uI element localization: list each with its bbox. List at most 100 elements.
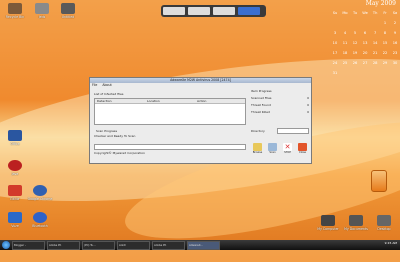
browse-button[interactable]: Browse bbox=[251, 142, 264, 155]
gadget-slot[interactable] bbox=[213, 7, 235, 15]
calendar-day[interactable]: 31 bbox=[330, 68, 340, 78]
directory-input[interactable] bbox=[277, 128, 309, 134]
calendar-grid: Su Mo Tu We Th Fr Sa 1 2 3 4 5 6 7 8 9 1… bbox=[330, 8, 400, 78]
calendar-day[interactable]: 11 bbox=[340, 38, 350, 48]
calendar-day[interactable]: 15 bbox=[380, 38, 390, 48]
weekday-header: Sa bbox=[392, 11, 398, 15]
taskbar-item[interactable]: (PC) Tu... bbox=[82, 240, 115, 250]
calendar-day[interactable]: 3 bbox=[330, 28, 340, 38]
weekday-header: We bbox=[362, 11, 368, 15]
weekday-header: Su bbox=[332, 11, 338, 15]
calendar-day[interactable]: 18 bbox=[340, 48, 350, 58]
calendar-day[interactable]: 14 bbox=[370, 38, 380, 48]
calendar-day[interactable]: 1 bbox=[380, 18, 390, 28]
calendar-day[interactable]: 20 bbox=[360, 48, 370, 58]
calendar-month: May 2009 bbox=[365, 0, 396, 7]
desktop-icon-recycle-bin[interactable]: Recycle Bin bbox=[2, 3, 28, 19]
office-icon bbox=[8, 130, 22, 141]
calendar-day[interactable]: 8 bbox=[380, 28, 390, 38]
antivirus-window[interactable]: AdwareXe M2W Antivirus 2008 [2474] File … bbox=[89, 77, 312, 164]
desktop-icon-vuze[interactable]: Vuze bbox=[2, 212, 28, 228]
editor-icon bbox=[8, 185, 22, 196]
desktop-icon-chrome[interactable]: Google Chrome bbox=[27, 185, 53, 201]
calendar-day[interactable]: 25 bbox=[340, 58, 350, 68]
calendar-day[interactable]: 28 bbox=[370, 58, 380, 68]
gadget-slot-active[interactable] bbox=[238, 7, 260, 15]
calendar-day[interactable]: 26 bbox=[350, 58, 360, 68]
taskbar-item[interactable]: Ankit bbox=[117, 240, 150, 250]
calendar-day[interactable]: 23 bbox=[390, 48, 400, 58]
desktop-icon-desktop[interactable]: Desktop bbox=[371, 215, 397, 231]
calendar-day[interactable]: 9 bbox=[390, 28, 400, 38]
power-icon bbox=[298, 143, 307, 151]
calendar-day[interactable]: 27 bbox=[360, 58, 370, 68]
calendar-day[interactable]: 7 bbox=[370, 28, 380, 38]
calendar-day[interactable]: 22 bbox=[380, 48, 390, 58]
calendar-day[interactable]: 2 bbox=[390, 18, 400, 28]
calendar-day[interactable]: 30 bbox=[390, 58, 400, 68]
calendar-day[interactable] bbox=[370, 18, 380, 28]
copyright-text: Copyright© MywareX Corporation bbox=[94, 151, 146, 155]
calendar-gadget: May 2009 Su Mo Tu We Th Fr Sa 1 2 3 4 5 … bbox=[330, 0, 400, 78]
start-button[interactable] bbox=[2, 241, 10, 249]
sidebar-gadget[interactable] bbox=[161, 5, 266, 17]
close-button[interactable]: Close bbox=[296, 142, 309, 155]
desktop-icon-label: Java bbox=[11, 172, 19, 176]
stat-row: Scanned Files 0 bbox=[251, 96, 309, 100]
desktop-icon-label: My Documents bbox=[344, 227, 368, 231]
desktop-icon-untitled[interactable]: Untitled bbox=[55, 3, 81, 19]
stat-value: 0 bbox=[307, 110, 309, 114]
vuze-icon bbox=[8, 212, 22, 223]
desktop-icon-office[interactable]: Office bbox=[2, 130, 28, 146]
desktop-icon-jeds[interactable]: Jeds bbox=[29, 3, 55, 19]
list-header: Detection Location Action bbox=[95, 99, 245, 104]
menu-file[interactable]: File bbox=[92, 83, 97, 88]
stop-button[interactable]: ✕ STOP bbox=[281, 142, 294, 155]
taskbar-item[interactable]: Adobe Ph bbox=[47, 240, 80, 250]
calendar-day[interactable]: 24 bbox=[330, 58, 340, 68]
calendar-day[interactable]: 13 bbox=[360, 38, 370, 48]
gadget-slot[interactable] bbox=[163, 7, 185, 15]
infected-files-list[interactable]: Detection Location Action bbox=[94, 98, 246, 125]
calendar-day[interactable]: 4 bbox=[340, 28, 350, 38]
taskbar-item[interactable]: Adobe Ph bbox=[152, 240, 185, 250]
system-clock[interactable]: 9:15 AM bbox=[385, 241, 397, 245]
folder-open-icon bbox=[253, 143, 262, 151]
calendar-day[interactable]: 5 bbox=[350, 28, 360, 38]
desktop-icon-label: Jeds bbox=[38, 15, 46, 19]
calendar-day[interactable]: 21 bbox=[370, 48, 380, 58]
calendar-day[interactable]: 17 bbox=[330, 48, 340, 58]
desktop-icon-editor[interactable]: Editor bbox=[2, 185, 28, 201]
stat-row: Threat Killed 0 bbox=[251, 110, 309, 114]
column-location[interactable]: Location bbox=[145, 99, 195, 103]
calendar-day[interactable] bbox=[350, 18, 360, 28]
gadget-slot[interactable] bbox=[188, 7, 210, 15]
scan-button[interactable]: Scan bbox=[266, 142, 279, 155]
trash-gadget-icon[interactable] bbox=[371, 170, 387, 192]
desktop-icon-my-computer[interactable]: My Computer bbox=[315, 215, 341, 231]
taskbar-item-active[interactable]: AdwareX... bbox=[187, 240, 220, 250]
column-detection[interactable]: Detection bbox=[95, 99, 145, 103]
folder-icon bbox=[35, 3, 49, 14]
calendar-day[interactable]: 29 bbox=[380, 58, 390, 68]
desktop-icon-my-documents[interactable]: My Documents bbox=[343, 215, 369, 231]
calendar-day[interactable] bbox=[340, 18, 350, 28]
calendar-day[interactable] bbox=[330, 18, 340, 28]
desktop-icon-java[interactable]: Java bbox=[2, 160, 28, 176]
calendar-day[interactable]: 6 bbox=[360, 28, 370, 38]
calendar-day[interactable] bbox=[360, 18, 370, 28]
calendar-day[interactable]: 12 bbox=[350, 38, 360, 48]
weekday-header: Mo bbox=[342, 11, 348, 15]
calendar-day[interactable]: 10 bbox=[330, 38, 340, 48]
calendar-day[interactable]: 19 bbox=[350, 48, 360, 58]
button-label: STOP bbox=[284, 151, 291, 154]
weekday-header: Th bbox=[372, 11, 378, 15]
menu-about[interactable]: About bbox=[102, 83, 111, 88]
desktop-icon-label: Desktop bbox=[377, 227, 391, 231]
taskbar-item[interactable]: Blogger - bbox=[12, 240, 45, 250]
calendar-day[interactable]: 16 bbox=[390, 38, 400, 48]
desktop-icon-bluetooth[interactable]: Bluetooth bbox=[27, 212, 53, 228]
stat-value: 0 bbox=[307, 103, 309, 107]
directory-row: Directory bbox=[251, 128, 309, 134]
column-action[interactable]: Action bbox=[195, 99, 245, 103]
